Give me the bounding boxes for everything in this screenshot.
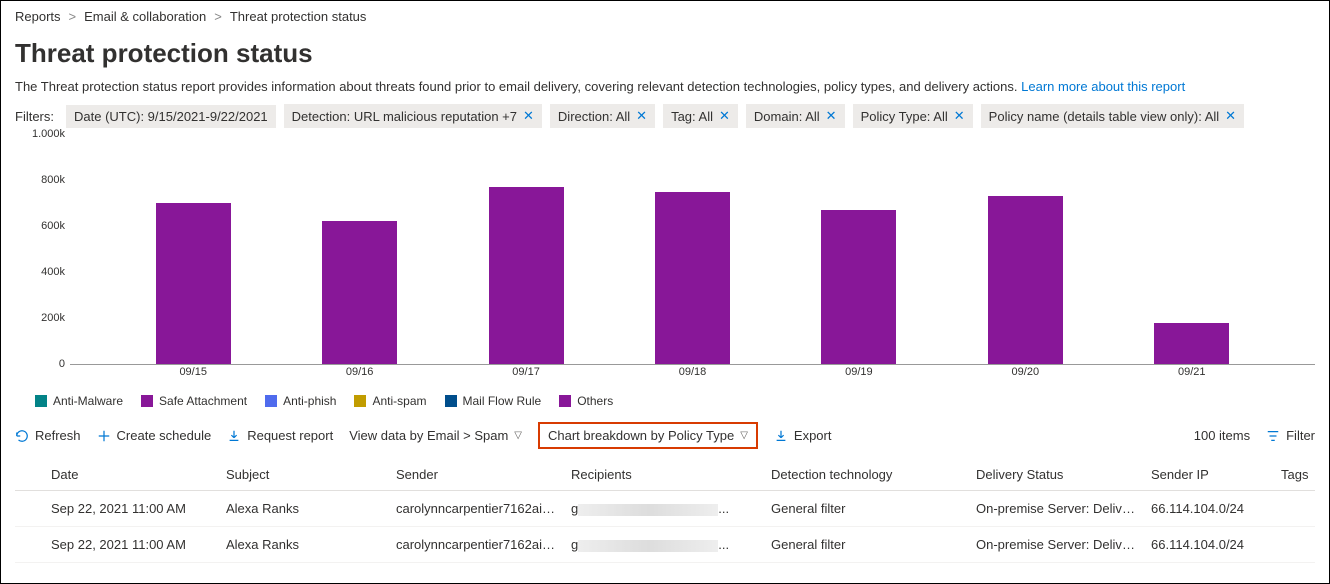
page-title: Threat protection status (15, 38, 1315, 69)
refresh-button[interactable]: Refresh (15, 428, 81, 443)
filter-pill[interactable]: Policy Type: All✕ (853, 104, 973, 128)
chart-x-tick: 09/20 (975, 366, 1075, 378)
filters-label: Filters: (15, 109, 54, 124)
chart-x-tick: 09/19 (809, 366, 909, 378)
filter-pill[interactable]: Domain: All✕ (746, 104, 845, 128)
breadcrumb-item: Threat protection status (230, 9, 367, 24)
close-icon[interactable]: ✕ (954, 108, 965, 124)
legend-swatch (141, 395, 153, 407)
table-header[interactable]: Sender (390, 459, 565, 491)
breadcrumb-item[interactable]: Reports (15, 9, 61, 24)
filters-row: Filters: Date (UTC): 9/15/2021-9/22/2021… (15, 104, 1315, 128)
chart-bar[interactable] (821, 210, 896, 364)
chart-x-tick: 09/17 (476, 366, 576, 378)
close-icon[interactable]: ✕ (1225, 108, 1236, 124)
chart-bar[interactable] (655, 192, 730, 365)
filter-button[interactable]: Filter (1266, 428, 1315, 443)
legend-swatch (265, 395, 277, 407)
breadcrumb: Reports>Email & collaboration>Threat pro… (15, 9, 1315, 24)
legend-swatch (559, 395, 571, 407)
chart-bar[interactable] (489, 187, 564, 364)
export-button[interactable]: Export (774, 428, 832, 443)
close-icon[interactable]: ✕ (826, 108, 837, 124)
chart-x-tick: 09/15 (143, 366, 243, 378)
learn-more-link[interactable]: Learn more about this report (1021, 79, 1185, 94)
table-row[interactable]: Sep 22, 2021 11:00 AMAlexa Rankscarolynn… (15, 527, 1315, 563)
data-table: DateSubjectSenderRecipientsDetection tec… (15, 459, 1315, 563)
table-header[interactable]: Detection technology (765, 459, 970, 491)
legend-item[interactable]: Safe Attachment (141, 394, 247, 408)
legend-item[interactable]: Others (559, 394, 613, 408)
chart-x-axis: 09/15 09/16 09/17 09/18 09/19 09/20 09/21 (70, 366, 1315, 378)
create-schedule-button[interactable]: Create schedule (97, 428, 212, 443)
toolbar: Refresh Create schedule Request report V… (15, 422, 1315, 449)
legend-swatch (445, 395, 457, 407)
chart-legend: Anti-Malware Safe Attachment Anti-phish Ant… (15, 394, 1315, 408)
close-icon[interactable]: ✕ (719, 108, 730, 124)
redacted-text (578, 540, 718, 552)
request-report-button[interactable]: Request report (227, 428, 333, 443)
filter-pill[interactable]: Direction: All✕ (550, 104, 655, 128)
chart-bar[interactable] (1154, 323, 1229, 364)
table-header[interactable]: Sender IP (1145, 459, 1275, 491)
chart-bar[interactable] (988, 196, 1063, 364)
legend-item[interactable]: Anti-Malware (35, 394, 123, 408)
table-header[interactable]: Recipients (565, 459, 765, 491)
chart-y-axis: 0200k400k600k800k1.000k (15, 134, 65, 364)
legend-swatch (354, 395, 366, 407)
chevron-down-icon: ▽ (514, 430, 522, 441)
page-description: The Threat protection status report prov… (15, 79, 1315, 94)
table-header[interactable]: Subject (220, 459, 390, 491)
plus-icon (97, 429, 111, 443)
chart-x-tick: 09/18 (642, 366, 742, 378)
legend-swatch (35, 395, 47, 407)
breadcrumb-item[interactable]: Email & collaboration (84, 9, 206, 24)
view-data-dropdown[interactable]: View data by Email > Spam ▽ (349, 428, 522, 443)
filter-pill[interactable]: Date (UTC): 9/15/2021-9/22/2021 (66, 105, 276, 128)
chart-bar[interactable] (322, 221, 397, 364)
filter-pill[interactable]: Policy name (details table view only): A… (981, 104, 1244, 128)
table-header[interactable]: Tags (1275, 459, 1315, 491)
chart-x-tick: 09/21 (1142, 366, 1242, 378)
legend-item[interactable]: Mail Flow Rule (445, 394, 542, 408)
filter-pill[interactable]: Tag: All✕ (663, 104, 738, 128)
chart: 0200k400k600k800k1.000k 09/1509/1609/170… (15, 134, 1315, 390)
filter-pill[interactable]: Detection: URL malicious reputation +7✕ (284, 104, 542, 128)
table-header[interactable]: Date (45, 459, 220, 491)
legend-item[interactable]: Anti-phish (265, 394, 336, 408)
chart-x-tick: 09/16 (310, 366, 410, 378)
table-header[interactable]: Delivery Status (970, 459, 1145, 491)
close-icon[interactable]: ✕ (523, 108, 534, 124)
download-icon (227, 429, 241, 443)
table-row[interactable]: Sep 22, 2021 11:00 AMAlexa Rankscarolynn… (15, 491, 1315, 527)
download-icon (774, 429, 788, 443)
item-count: 100 items (1194, 428, 1250, 443)
chart-plot (70, 134, 1315, 365)
chart-breakdown-dropdown[interactable]: Chart breakdown by Policy Type ▽ (538, 422, 758, 449)
close-icon[interactable]: ✕ (636, 108, 647, 124)
filter-icon (1266, 429, 1280, 443)
chevron-down-icon: ▽ (740, 430, 748, 441)
redacted-text (578, 504, 718, 516)
refresh-icon (15, 429, 29, 443)
legend-item[interactable]: Anti-spam (354, 394, 426, 408)
chart-bar[interactable] (156, 203, 231, 364)
